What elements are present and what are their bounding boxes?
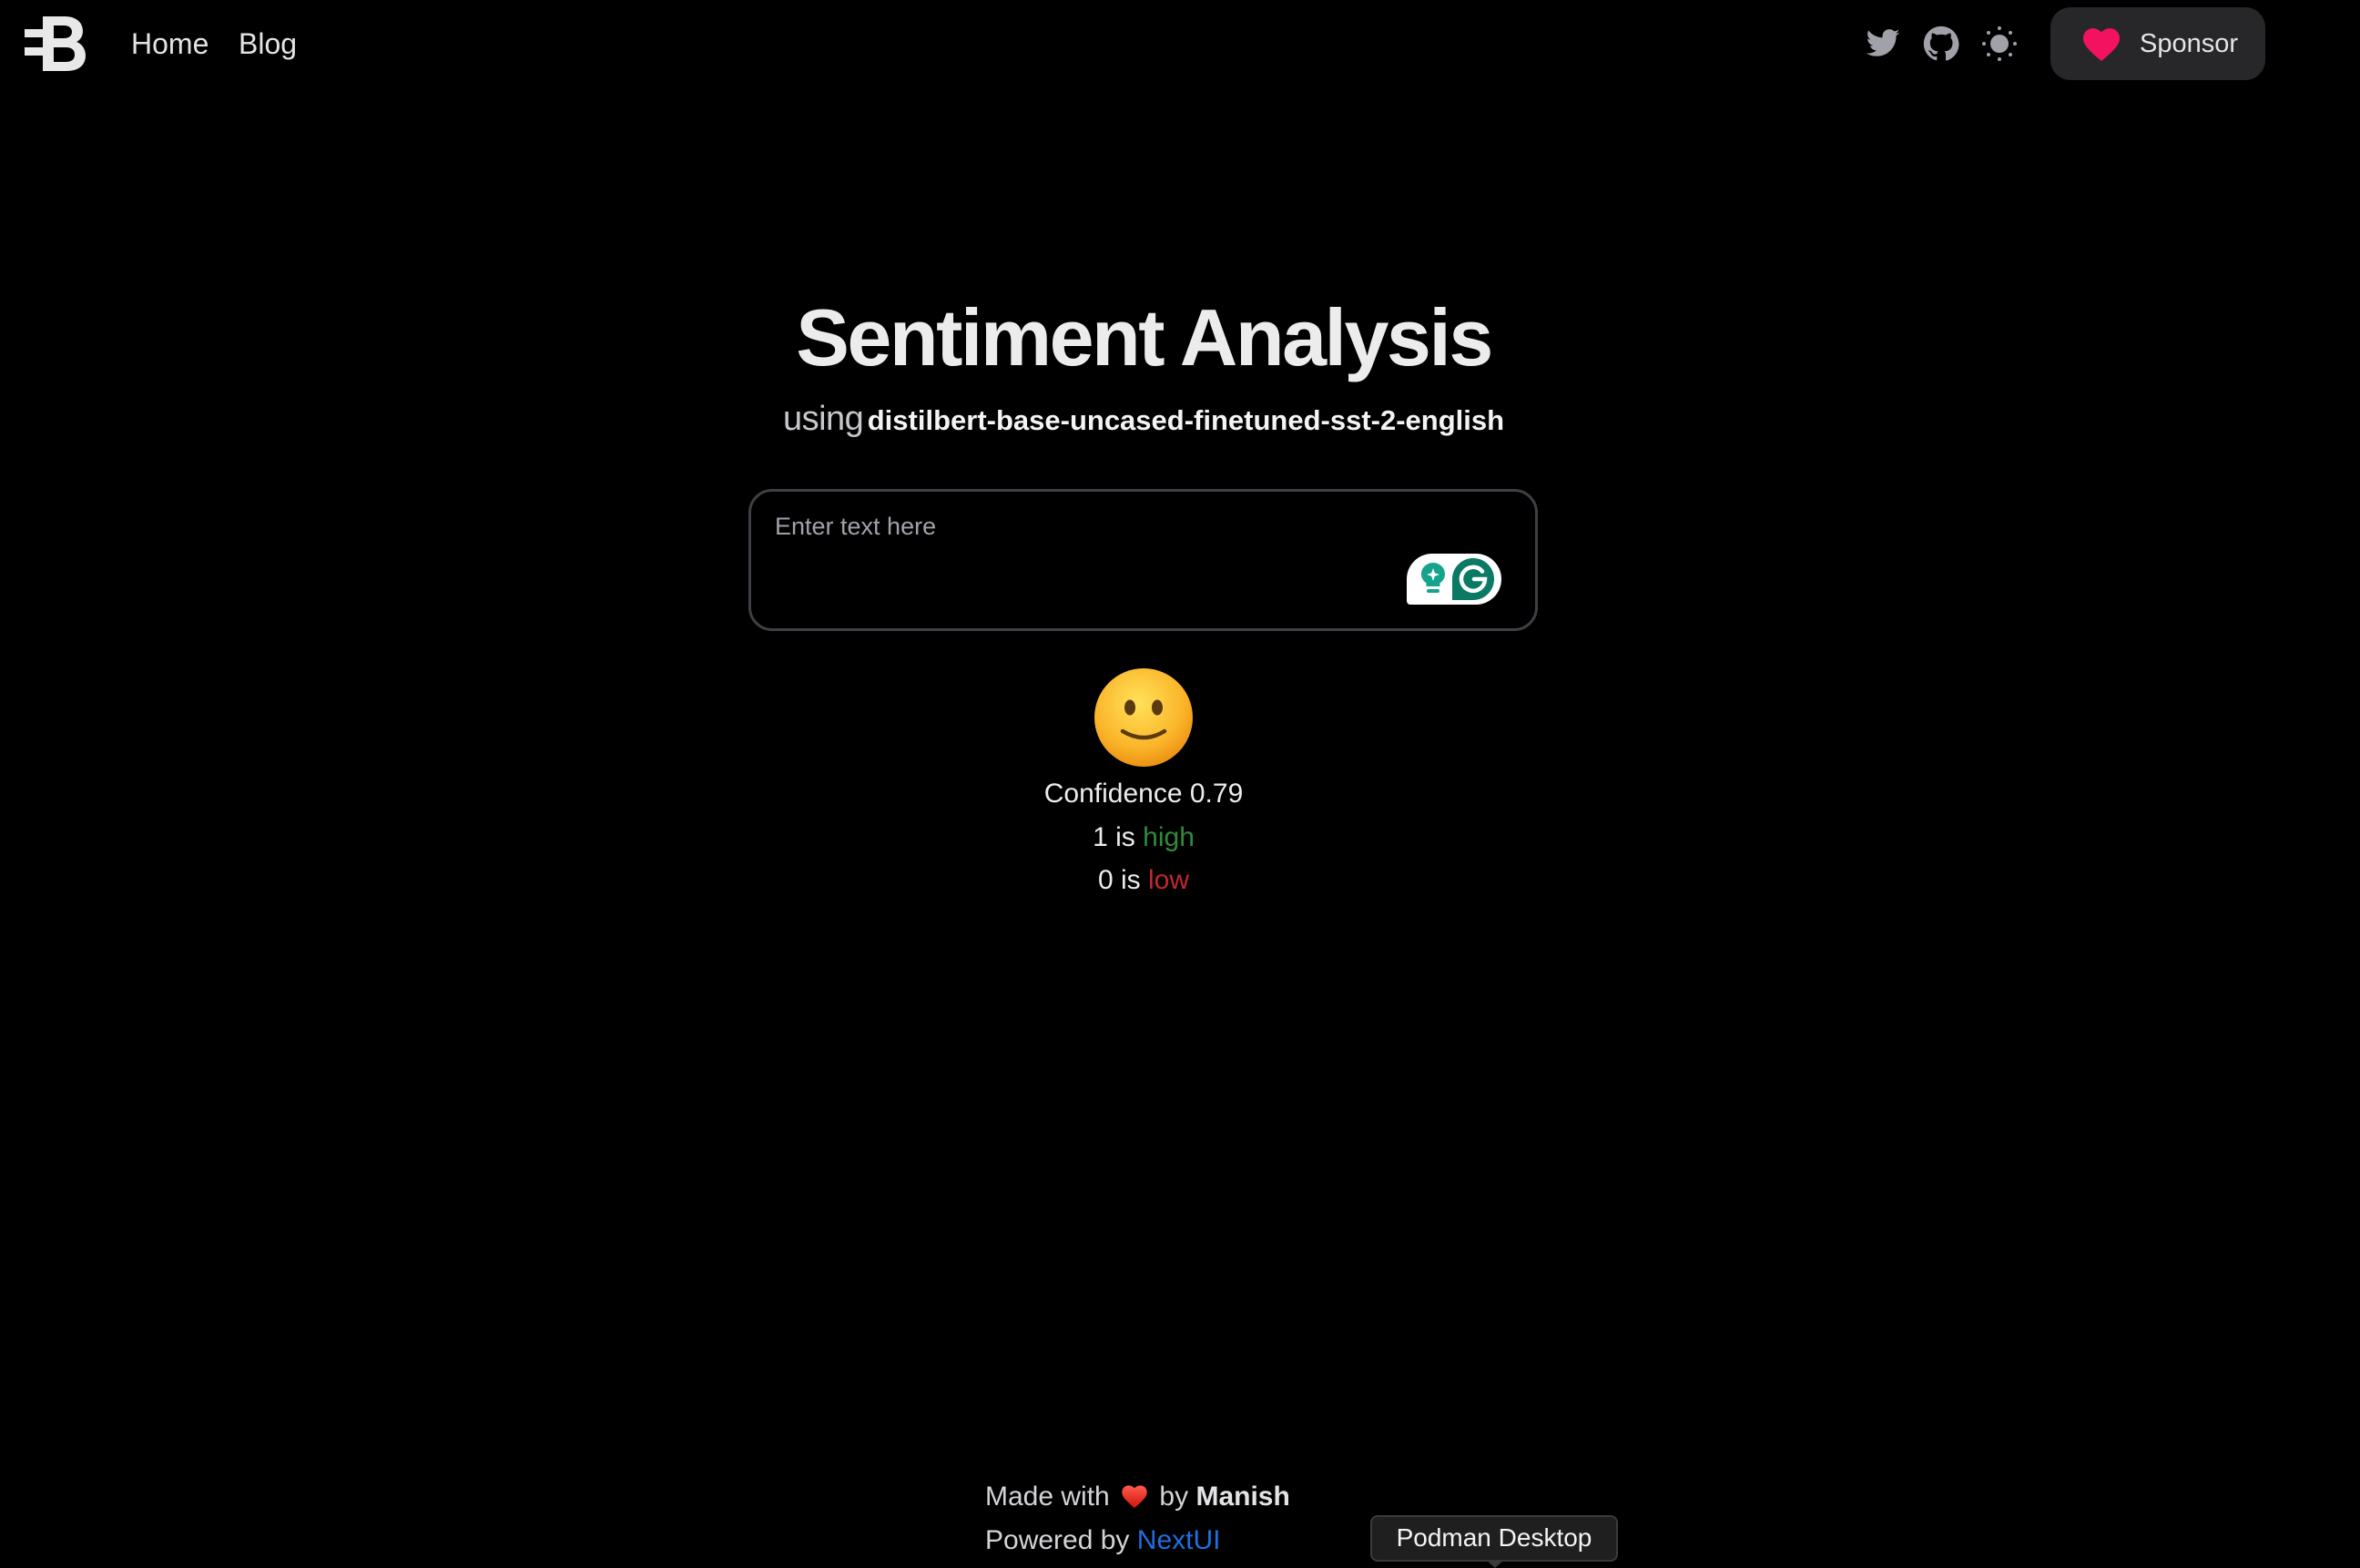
scale-low-legend: 0 is low bbox=[0, 862, 2287, 899]
model-subtitle: using distilbert-base-uncased-finetuned-… bbox=[0, 393, 2287, 452]
made-with-text: Made with bbox=[985, 1481, 1110, 1512]
github-icon[interactable] bbox=[1923, 25, 1959, 62]
page: Home Blog Sponsor Sentiment Analysis usi… bbox=[0, 0, 2360, 1568]
grammarly-widget[interactable] bbox=[1407, 554, 1501, 605]
confidence-label: Confidence bbox=[1043, 779, 1183, 809]
grammarly-lightbulb-icon bbox=[1421, 563, 1445, 593]
low-prefix: 0 is bbox=[1097, 865, 1141, 895]
dock-tooltip: Podman Desktop bbox=[1370, 1515, 1618, 1562]
high-prefix: 1 is bbox=[1093, 822, 1135, 852]
high-word: high bbox=[1143, 822, 1195, 852]
twitter-icon[interactable] bbox=[1865, 25, 1901, 62]
footer-powered-by: Powered by NextUI bbox=[985, 1522, 1220, 1559]
nextui-link[interactable]: NextUI bbox=[1137, 1525, 1221, 1555]
scale-high-legend: 1 is high bbox=[0, 820, 2287, 856]
author-name: Manish bbox=[1195, 1481, 1290, 1512]
text-input-container bbox=[748, 489, 1538, 631]
slightly-smiling-face-icon bbox=[1094, 667, 1194, 768]
sponsor-button[interactable]: Sponsor bbox=[2050, 7, 2265, 80]
powered-by-text: Powered by bbox=[985, 1525, 1130, 1555]
sponsor-label: Sponsor bbox=[2140, 28, 2239, 58]
confidence-readout: Confidence 0.79 bbox=[0, 776, 2287, 812]
low-word: low bbox=[1148, 865, 1190, 895]
confidence-value: 0.79 bbox=[1189, 779, 1244, 809]
nav-blog-link[interactable]: Blog bbox=[239, 24, 297, 64]
footer-made-with: Made with by Manish bbox=[985, 1479, 1290, 1515]
nav-home-link[interactable]: Home bbox=[131, 24, 209, 64]
by-text: by bbox=[1159, 1481, 1189, 1512]
model-name: distilbert-base-uncased-finetuned-sst-2-… bbox=[867, 404, 1505, 436]
tooltip-arrow bbox=[1486, 1560, 1504, 1568]
heart-icon bbox=[2083, 28, 2120, 62]
theme-toggle-sun-icon[interactable] bbox=[1981, 25, 2018, 62]
red-heart-emoji-icon bbox=[1122, 1485, 1147, 1509]
grammarly-g-icon bbox=[1452, 558, 1494, 600]
site-logo-icon[interactable] bbox=[25, 16, 86, 71]
page-title: Sentiment Analysis bbox=[796, 292, 1493, 382]
subtitle-prefix: using bbox=[782, 400, 864, 438]
